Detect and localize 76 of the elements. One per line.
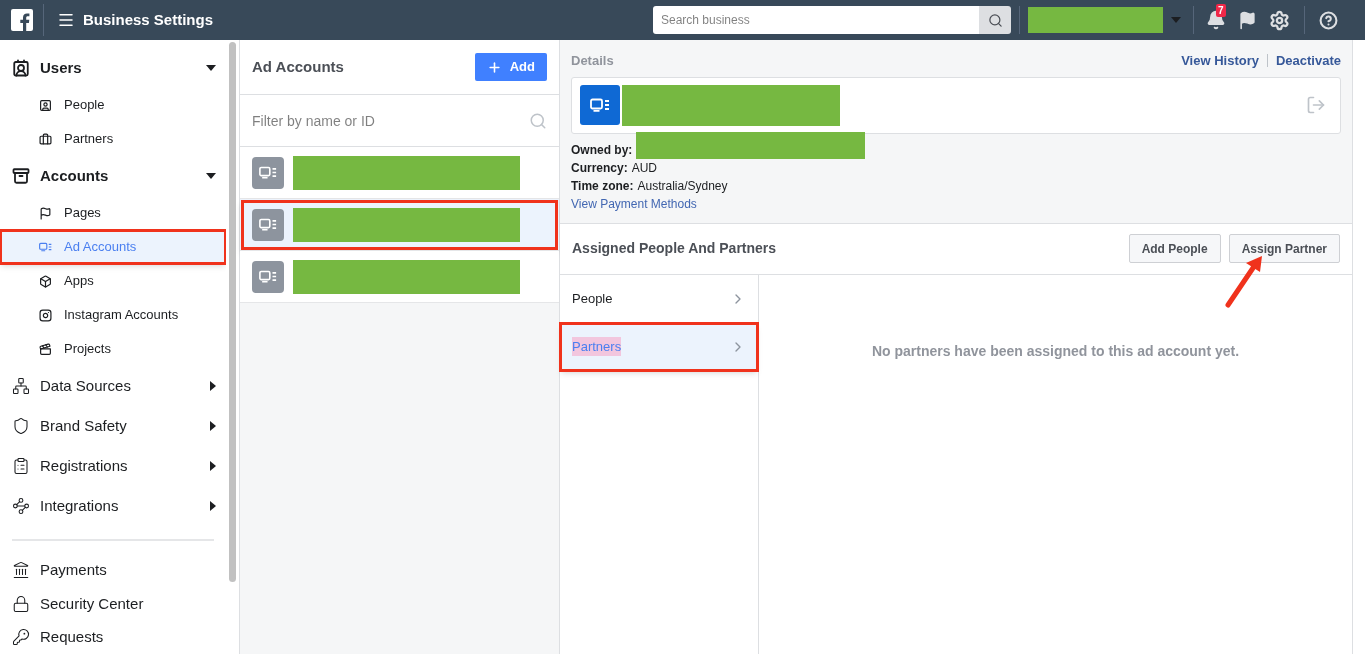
search-field[interactable]: Search business [653,6,979,34]
notification-badge: 7 [1216,4,1226,17]
sidebar-link[interactable]: Requests [0,620,226,654]
caret-right-icon [210,461,216,471]
bank-icon [12,561,30,580]
archive-icon [12,167,30,185]
flag-icon [39,206,52,220]
action-button[interactable]: Assign Partner [1228,234,1340,263]
key-icon [12,628,30,647]
clipboard-icon [12,457,30,475]
sidebar-item[interactable]: Apps [0,264,226,298]
action-button[interactable]: Add People [1128,234,1221,263]
app-title: Business Settings [83,9,214,30]
field-label: Currency: [571,159,628,177]
network-icon [12,377,30,395]
payment-link[interactable]: View Payment Methods [571,194,1341,213]
caret-right-icon [210,381,216,391]
scrollbar-thumb[interactable] [229,42,236,582]
sidebar-group[interactable]: Brand Safety [0,406,226,446]
filter-field[interactable]: Filter by name or ID [252,105,529,136]
caret-down-icon [206,173,216,179]
sidebar-item[interactable]: Projects [0,332,226,366]
sidebar-link[interactable]: Security Center [0,587,226,621]
plus-icon [486,59,502,75]
sidebar-item[interactable]: Partners [0,122,226,156]
clapperboard-icon [39,342,52,356]
instagram-icon [39,308,52,322]
lock-icon [12,594,30,613]
ad-account-icon [39,242,52,252]
header-link[interactable]: Deactivate [1275,51,1341,71]
sidebar-group[interactable]: Accounts [0,156,226,196]
sidebar-group[interactable]: Registrations [0,446,226,486]
sidebar-group[interactable]: Users [0,48,226,88]
header-link[interactable]: View History [1181,51,1259,71]
field-value: AUD [631,159,658,177]
sidebar-group[interactable]: Data Sources [0,366,226,406]
settings-icon[interactable] [1269,9,1290,31]
caret-down-icon [1171,17,1181,23]
cube-icon [39,274,52,288]
search-icon [529,111,547,130]
ad-account-row[interactable] [240,251,559,303]
briefcase-icon [39,132,52,146]
filter-bar[interactable]: Filter by name or ID [240,95,559,147]
empty-message: No partners have been assigned to this ad account yet. [871,341,1240,361]
caret-down-icon [206,65,216,71]
shield-icon [12,417,30,435]
contacts-icon [12,59,30,77]
sidebar-group[interactable]: Integrations [0,486,226,526]
help-icon[interactable] [1319,10,1338,30]
section-title: Assigned People And Partners [572,239,778,258]
field-value: Australia/Sydney [637,177,728,195]
sidebar-item[interactable]: Pages [0,196,226,230]
ad-account-row[interactable] [240,147,559,199]
menu-icon[interactable] [57,11,75,29]
add-button[interactable]: Add [474,53,547,81]
search-button[interactable] [979,6,1011,34]
caret-right-icon [210,501,216,511]
caret-right-icon [210,421,216,431]
user-icon [39,98,52,112]
sidebar-item[interactable]: Instagram Accounts [0,298,226,332]
ad-account-icon [259,218,277,231]
ad-account-icon [590,98,610,112]
assigned-tab[interactable]: People [560,274,758,323]
ad-account-icon [259,166,277,179]
nodes-icon [12,497,30,515]
field-label: Time zone: [571,177,634,195]
section-label: Details [571,52,614,70]
sidebar-item[interactable]: People [0,88,226,122]
ad-account-row[interactable] [240,199,559,251]
sidebar-link[interactable]: Payments [0,553,226,588]
panel-title: Ad Accounts [252,56,344,77]
flag-icon[interactable] [1238,10,1257,30]
search-icon [987,12,1003,28]
field-label: Owned by: [571,141,633,159]
ad-account-icon [259,270,277,283]
logo-icon [10,9,33,31]
